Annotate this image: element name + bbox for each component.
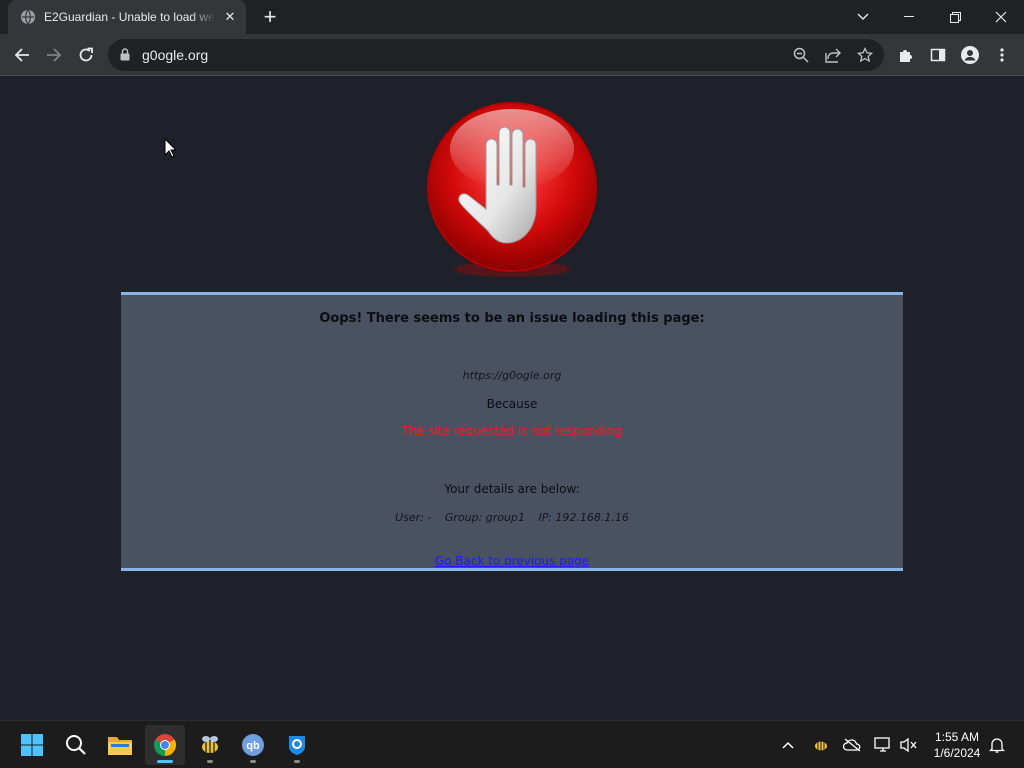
bee-icon	[202, 736, 218, 753]
browser-tab-strip: E2Guardian - Unable to load web page ✕ +	[0, 0, 1024, 34]
minimize-icon	[904, 16, 914, 17]
restore-icon	[949, 11, 961, 23]
taskbar-file-explorer[interactable]	[100, 725, 140, 765]
taskbar-chrome[interactable]	[145, 725, 185, 765]
share-icon	[825, 48, 841, 63]
volume-muted-icon	[900, 737, 917, 753]
taskbar-app-bee[interactable]	[190, 725, 230, 765]
profile-button[interactable]	[960, 45, 980, 65]
side-panel-button[interactable]	[928, 45, 948, 65]
taskbar-qbittorrent[interactable]: qb	[233, 725, 273, 765]
reload-button[interactable]	[72, 41, 100, 69]
block-reason: The site requested is not responding	[402, 424, 622, 438]
windows-icon	[21, 734, 43, 756]
because-label: Because	[486, 397, 538, 411]
qbittorrent-icon: qb	[242, 734, 264, 756]
chevron-down-icon	[857, 13, 869, 20]
chrome-icon	[154, 734, 176, 756]
shield-app-icon	[289, 736, 305, 755]
back-button[interactable]	[8, 41, 36, 69]
ip-value: IP: 192.168.1.16	[538, 511, 629, 524]
reload-icon	[79, 47, 93, 62]
system-clock[interactable]: 1:55 AM 1/6/2024	[926, 729, 988, 761]
notifications-button[interactable]	[986, 734, 1008, 756]
svg-text:qb: qb	[246, 740, 260, 752]
tab-search-button[interactable]	[840, 0, 886, 34]
globe-icon	[21, 9, 35, 25]
bookmark-button[interactable]	[855, 45, 875, 65]
go-back-link[interactable]: Go Back to previous page	[121, 554, 903, 568]
tray-network[interactable]	[872, 734, 894, 756]
arrow-left-icon	[14, 48, 29, 62]
puzzle-icon	[900, 50, 912, 62]
stop-hand-icon	[427, 102, 597, 277]
share-button[interactable]	[823, 45, 843, 65]
browser-toolbar: g0ogle.org	[0, 34, 1024, 76]
clock-date: 1/6/2024	[933, 746, 981, 760]
zoom-button[interactable]	[791, 45, 811, 65]
profile-icon	[961, 46, 979, 64]
clock-time: 1:55 AM	[934, 730, 980, 744]
restore-button[interactable]	[932, 0, 978, 34]
bee-icon	[815, 741, 827, 751]
kebab-menu-icon	[1000, 48, 1004, 62]
browser-menu-button[interactable]	[992, 45, 1012, 65]
zoom-out-icon	[793, 47, 809, 63]
arrow-right-icon	[47, 48, 62, 62]
tray-bee-app[interactable]	[810, 734, 832, 756]
search-button[interactable]	[56, 725, 96, 765]
network-icon	[874, 737, 890, 752]
active-app-indicator	[157, 760, 173, 763]
group-value: Group: group1	[444, 511, 525, 524]
tray-volume[interactable]	[898, 734, 920, 756]
app-running-indicator	[294, 760, 300, 763]
mouse-cursor-icon	[164, 138, 177, 158]
block-page: Oops! There seems to be an issue loading…	[0, 77, 1024, 720]
taskbar-app-blue[interactable]	[277, 725, 317, 765]
windows-taskbar: qb 1:55 AM 1/6/2024	[0, 720, 1024, 768]
new-tab-button[interactable]: +	[258, 5, 282, 29]
user-value: User: -	[395, 511, 432, 524]
close-icon	[995, 11, 1007, 23]
extensions-button[interactable]	[896, 45, 916, 65]
start-button[interactable]	[12, 725, 52, 765]
folder-icon	[108, 737, 132, 755]
app-running-indicator	[250, 760, 256, 763]
lock-icon	[120, 48, 130, 61]
url-text: g0ogle.org	[142, 47, 209, 63]
details-heading: Your details are below:	[444, 482, 580, 496]
tab-close-icon[interactable]: ✕	[222, 9, 238, 25]
tab-title: E2Guardian - Unable to load web page	[44, 10, 216, 24]
error-heading: Oops! There seems to be an issue loading…	[319, 311, 705, 326]
minimize-button[interactable]	[886, 0, 932, 34]
cloud-offline-icon	[843, 738, 861, 752]
side-panel-icon	[930, 48, 946, 62]
app-running-indicator	[207, 760, 213, 763]
address-bar[interactable]: g0ogle.org	[108, 39, 884, 71]
user-details: User: - Group: group1 IP: 192.168.1.16	[121, 511, 903, 524]
error-panel: Oops! There seems to be an issue loading…	[121, 292, 903, 571]
forward-button[interactable]	[40, 41, 68, 69]
search-icon	[66, 735, 86, 755]
star-icon	[857, 47, 873, 63]
bell-icon	[989, 738, 1005, 753]
blocked-url: https://g0ogle.org	[462, 369, 562, 382]
chevron-up-icon	[782, 741, 794, 749]
tray-onedrive[interactable]	[841, 734, 863, 756]
close-window-button[interactable]	[978, 0, 1024, 34]
show-hidden-icons-button[interactable]	[777, 734, 799, 756]
browser-tab[interactable]: E2Guardian - Unable to load web page ✕	[8, 0, 246, 34]
